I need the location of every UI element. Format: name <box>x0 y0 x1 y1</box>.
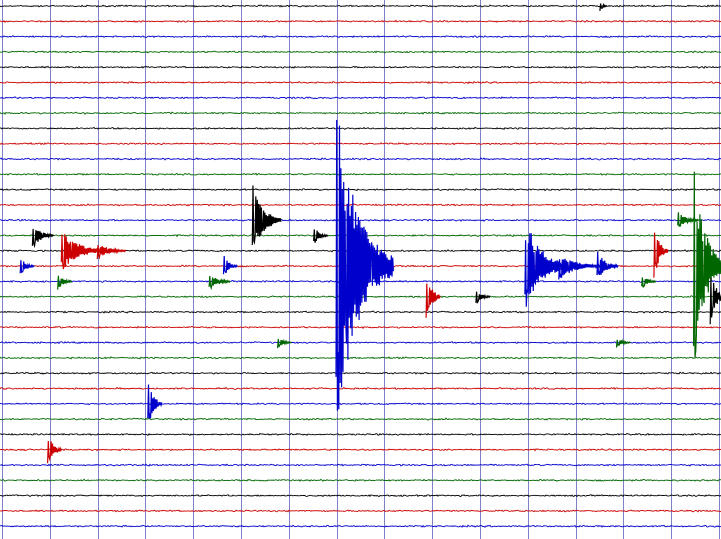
helicorder-plot <box>0 0 721 539</box>
